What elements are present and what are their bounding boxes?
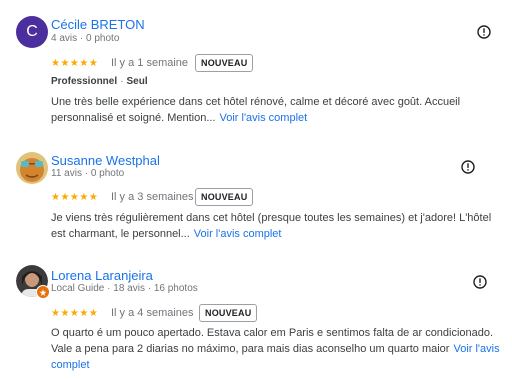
trip-tags: Professionnel · Seul xyxy=(51,76,148,87)
review-text: Une très belle expérience dans cet hôtel… xyxy=(51,94,479,126)
trip-type-tag: Professionnel xyxy=(51,76,118,87)
rating-row: ★★★★★ Il y a 4 semaines NOUVEAU xyxy=(51,304,271,324)
review-text: O quarto é um pouco apertado. Estava cal… xyxy=(51,325,501,373)
star-rating: ★★★★★ xyxy=(51,58,99,69)
reviewer-meta: Local Guide · 18 avis · 16 photos xyxy=(51,283,198,294)
reviewer-name[interactable]: Cécile BRETON xyxy=(51,17,145,32)
info-circle-icon[interactable] xyxy=(477,25,491,39)
review-time: Il y a 3 semaines xyxy=(111,191,194,203)
info-circle-icon[interactable] xyxy=(473,275,487,289)
avatar-letter: C xyxy=(26,23,38,40)
star-rating: ★★★★★ xyxy=(51,192,99,203)
star-rating: ★★★★★ xyxy=(51,308,99,319)
avatar-image xyxy=(16,152,48,184)
review-time: Il y a 1 semaine xyxy=(111,57,189,69)
new-badge: NOUVEAU xyxy=(195,54,254,72)
rating-row: ★★★★★ Il y a 1 semaine NOUVEAU xyxy=(51,54,271,74)
new-badge: NOUVEAU xyxy=(195,188,254,206)
reviewer-meta: 4 avis · 0 photo xyxy=(51,33,120,44)
avatar[interactable] xyxy=(16,152,48,184)
review-text: Je viens très régulièrement dans cet hôt… xyxy=(51,210,501,242)
read-full-review-link[interactable]: Voir l'avis complet xyxy=(194,228,282,240)
reviewer-name[interactable]: Lorena Laranjeira xyxy=(51,268,153,283)
reviewer-name[interactable]: Susanne Westphal xyxy=(51,153,160,168)
review-time: Il y a 4 semaines xyxy=(111,307,194,319)
avatar[interactable] xyxy=(16,265,50,299)
info-circle-icon[interactable] xyxy=(461,160,475,174)
reviewer-meta: 11 avis · 0 photo xyxy=(51,168,125,179)
review-body: O quarto é um pouco apertado. Estava cal… xyxy=(51,327,494,355)
traveler-tag: Seul xyxy=(126,76,148,87)
star-icon xyxy=(39,289,47,296)
read-full-review-link[interactable]: Voir l'avis complet xyxy=(220,112,308,124)
new-badge: NOUVEAU xyxy=(199,304,258,322)
local-guide-badge xyxy=(36,285,50,299)
tag-separator: · xyxy=(120,76,124,87)
avatar[interactable]: C xyxy=(16,16,48,48)
rating-row: ★★★★★ Il y a 3 semaines NOUVEAU xyxy=(51,188,271,208)
